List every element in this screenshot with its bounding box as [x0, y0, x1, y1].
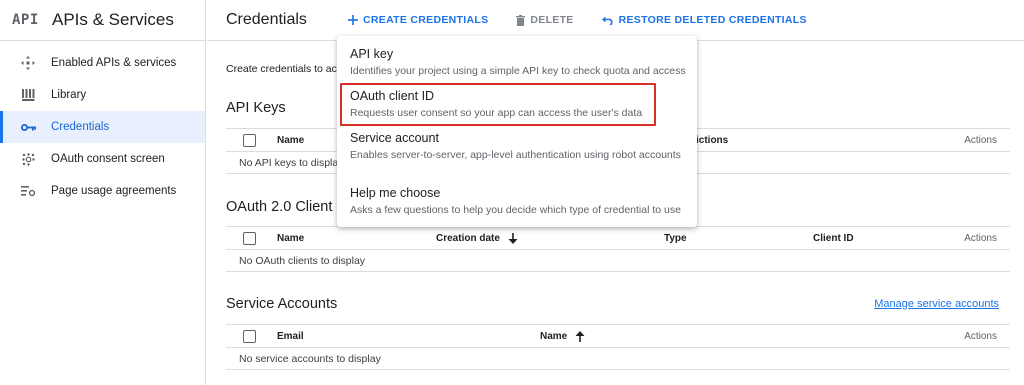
manage-service-accounts-link[interactable]: Manage service accounts — [874, 298, 999, 310]
page-title: Credentials — [226, 11, 307, 28]
sidebar-item-label: Page usage agreements — [51, 185, 177, 197]
menu-item-service-account[interactable]: Service account Enables server-to-server… — [337, 131, 697, 161]
select-all-checkbox[interactable] — [243, 134, 256, 147]
sidebar-item-label: OAuth consent screen — [51, 153, 165, 165]
create-credentials-button[interactable]: CREATE CREDENTIALS — [348, 14, 488, 26]
column-header-name[interactable]: Name — [277, 227, 304, 250]
arrow-up-icon — [575, 331, 585, 342]
table-header: Email Name Actions — [226, 324, 1010, 348]
sidebar: API APIs & Services Enabled APIs & servi… — [0, 0, 206, 385]
column-header-label: Creation date — [436, 233, 500, 244]
plus-icon — [348, 15, 358, 25]
restore-label: RESTORE DELETED CREDENTIALS — [618, 14, 807, 26]
menu-item-api-key[interactable]: API key Identifies your project using a … — [337, 47, 697, 77]
delete-button[interactable]: DELETE — [516, 14, 573, 26]
sidebar-nav: Enabled APIs & services Library Credenti… — [0, 41, 205, 207]
sidebar-item-enabled-apis[interactable]: Enabled APIs & services — [0, 47, 205, 79]
sidebar-item-label: Enabled APIs & services — [51, 57, 177, 69]
create-credentials-label: CREATE CREDENTIALS — [363, 14, 489, 26]
sidebar-title: APIs & Services — [52, 10, 174, 29]
menu-item-description: Requests user consent so your app can ac… — [350, 107, 643, 119]
column-header-email[interactable]: Email — [277, 325, 304, 348]
column-header-creation-date[interactable]: Creation date — [436, 227, 518, 250]
trash-icon — [516, 14, 526, 26]
menu-item-title: Service account — [350, 131, 439, 145]
sidebar-item-label: Credentials — [51, 121, 110, 133]
menu-item-title: Help me choose — [350, 186, 441, 200]
menu-item-description: Enables server-to-server, app-level auth… — [350, 149, 681, 161]
column-header-name[interactable]: Name — [540, 325, 585, 348]
oauth-clients-title: OAuth 2.0 Client I — [226, 199, 341, 215]
sidebar-item-page-usage[interactable]: Page usage agreements — [0, 175, 205, 207]
column-header-actions: Actions — [964, 135, 997, 146]
arrow-down-icon — [508, 233, 518, 244]
settings-list-icon — [18, 183, 38, 199]
top-bar: Credentials CREATE CREDENTIALS DELETE RE… — [207, 0, 1024, 41]
empty-state: No service accounts to display — [226, 348, 1010, 370]
column-header-actions: Actions — [964, 233, 997, 244]
library-icon — [18, 87, 38, 103]
menu-item-description: Identifies your project using a simple A… — [350, 65, 686, 77]
empty-state: No OAuth clients to display — [226, 250, 1010, 272]
select-all-checkbox[interactable] — [243, 330, 256, 343]
service-accounts-table: Email Name Actions No service accounts t… — [226, 324, 1010, 370]
menu-item-description: Asks a few questions to help you decide … — [350, 204, 681, 216]
menu-item-title: OAuth client ID — [350, 89, 435, 103]
column-header-client-id[interactable]: Client ID — [813, 227, 854, 250]
sidebar-item-oauth-consent[interactable]: OAuth consent screen — [0, 143, 205, 175]
sidebar-item-library[interactable]: Library — [0, 79, 205, 111]
consent-dots-icon — [18, 151, 38, 167]
column-header-name[interactable]: Name — [277, 129, 304, 152]
column-header-type[interactable]: Type — [664, 227, 687, 250]
sidebar-header: API APIs & Services — [0, 0, 205, 41]
sidebar-item-credentials[interactable]: Credentials — [0, 111, 205, 143]
oauth-clients-table: Name Creation date Type Client ID Action… — [226, 226, 1010, 272]
api-keys-title: API Keys — [226, 100, 286, 116]
delete-label: DELETE — [530, 14, 574, 26]
menu-item-oauth-client-id[interactable]: OAuth client ID Requests user consent so… — [337, 89, 697, 119]
restore-deleted-credentials-button[interactable]: RESTORE DELETED CREDENTIALS — [601, 14, 807, 26]
column-header-label: Name — [540, 331, 568, 342]
key-icon — [18, 119, 38, 135]
service-accounts-title: Service Accounts — [226, 296, 338, 312]
select-all-checkbox[interactable] — [243, 232, 256, 245]
diamond-arrows-icon — [18, 55, 38, 71]
menu-item-title: API key — [350, 47, 394, 61]
menu-item-help-me-choose[interactable]: Help me choose Asks a few questions to h… — [337, 186, 697, 216]
intro-text: Create credentials to acc — [226, 63, 343, 75]
table-header: Name Creation date Type Client ID Action… — [226, 226, 1010, 250]
sidebar-item-label: Library — [51, 89, 87, 101]
column-header-actions: Actions — [964, 331, 997, 342]
column-header-restrictions: ictions — [696, 135, 729, 146]
api-logo: API — [12, 12, 39, 28]
undo-icon — [601, 16, 614, 25]
create-credentials-menu: API key Identifies your project using a … — [337, 36, 697, 227]
